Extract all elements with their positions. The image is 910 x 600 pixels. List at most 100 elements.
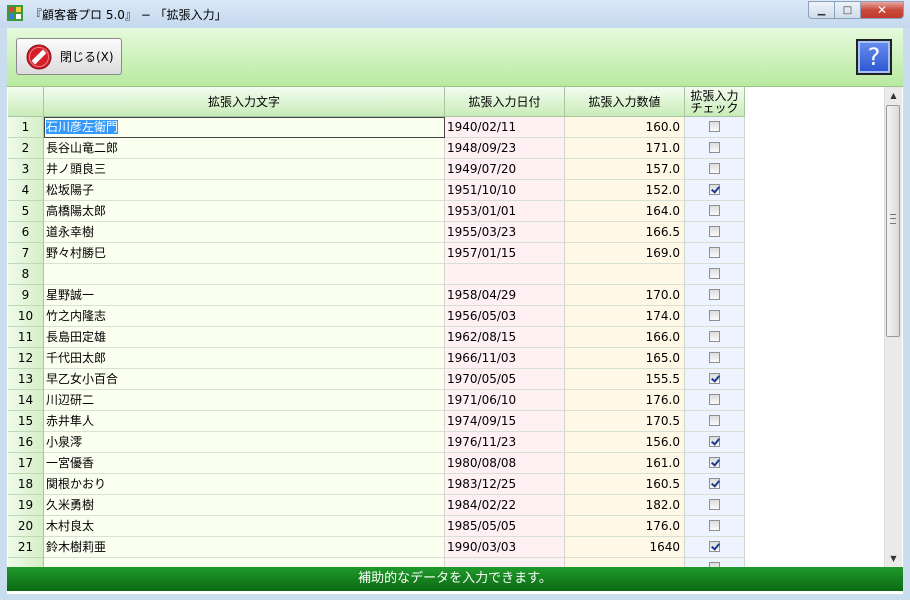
minimize-button[interactable]: ▁ <box>808 1 834 19</box>
cell-date[interactable]: 1957/01/15 <box>445 243 565 264</box>
cell-text[interactable]: 川辺研二 <box>44 390 445 411</box>
cell-number[interactable]: 166.5 <box>565 222 685 243</box>
cell-date[interactable]: 1971/06/10 <box>445 390 565 411</box>
column-header-check[interactable]: 拡張入力 チェック <box>685 87 745 117</box>
cell-text[interactable]: 早乙女小百合 <box>44 369 445 390</box>
checkbox[interactable] <box>709 205 720 216</box>
cell-text[interactable]: 久米勇樹 <box>44 495 445 516</box>
row-number[interactable]: 9 <box>8 285 44 306</box>
cell-text[interactable]: 関根かおり <box>44 474 445 495</box>
row-number[interactable]: 1 <box>8 117 44 138</box>
row-number[interactable]: 19 <box>8 495 44 516</box>
column-header-number[interactable]: 拡張入力数値 <box>565 87 685 117</box>
cell-date[interactable]: 1966/11/03 <box>445 348 565 369</box>
cell-text[interactable]: 鈴木樹莉亜 <box>44 537 445 558</box>
row-number[interactable]: 2 <box>8 138 44 159</box>
checkbox[interactable] <box>709 541 720 552</box>
scroll-down-icon[interactable]: ▼ <box>885 550 902 567</box>
row-number[interactable]: 8 <box>8 264 44 285</box>
cell-number[interactable] <box>565 558 685 567</box>
cell-date[interactable]: 1970/05/05 <box>445 369 565 390</box>
cell-date[interactable]: 1949/07/20 <box>445 159 565 180</box>
cell-number[interactable]: 171.0 <box>565 138 685 159</box>
cell-number[interactable]: 157.0 <box>565 159 685 180</box>
cell-number[interactable]: 170.5 <box>565 411 685 432</box>
checkbox[interactable] <box>709 331 720 342</box>
cell-text[interactable]: 千代田太郎 <box>44 348 445 369</box>
checkbox[interactable] <box>709 457 720 468</box>
cell-number[interactable]: 164.0 <box>565 201 685 222</box>
checkbox[interactable] <box>709 478 720 489</box>
cell-text[interactable]: 長谷山竜二郎 <box>44 138 445 159</box>
cell-number[interactable]: 169.0 <box>565 243 685 264</box>
cell-date[interactable]: 1976/11/23 <box>445 432 565 453</box>
cell-date[interactable]: 1940/02/11 <box>445 117 565 138</box>
row-number[interactable]: 7 <box>8 243 44 264</box>
row-number[interactable]: 13 <box>8 369 44 390</box>
cell-number[interactable]: 182.0 <box>565 495 685 516</box>
cell-number[interactable]: 176.0 <box>565 390 685 411</box>
cell-number[interactable]: 156.0 <box>565 432 685 453</box>
cell-date[interactable]: 1958/04/29 <box>445 285 565 306</box>
cell-date[interactable]: 1985/05/05 <box>445 516 565 537</box>
window-close-button[interactable]: ✕ <box>860 1 904 19</box>
cell-text[interactable]: 長島田定雄 <box>44 327 445 348</box>
checkbox[interactable] <box>709 415 720 426</box>
row-number[interactable]: 18 <box>8 474 44 495</box>
cell-date[interactable] <box>445 558 565 567</box>
cell-text[interactable]: 野々村勝巳 <box>44 243 445 264</box>
row-number[interactable] <box>8 558 44 567</box>
cell-number[interactable]: 1640 <box>565 537 685 558</box>
cell-number[interactable]: 170.0 <box>565 285 685 306</box>
cell-date[interactable]: 1953/01/01 <box>445 201 565 222</box>
checkbox[interactable] <box>709 310 720 321</box>
cell-number[interactable]: 161.0 <box>565 453 685 474</box>
checkbox[interactable] <box>709 520 720 531</box>
cell-number[interactable]: 166.0 <box>565 327 685 348</box>
cell-date[interactable]: 1983/12/25 <box>445 474 565 495</box>
checkbox[interactable] <box>709 373 720 384</box>
vertical-scrollbar[interactable]: ▲ ▼ <box>884 87 902 567</box>
cell-text[interactable]: 木村良太 <box>44 516 445 537</box>
row-number[interactable]: 4 <box>8 180 44 201</box>
checkbox[interactable] <box>709 394 720 405</box>
help-button[interactable]: ? <box>856 39 892 75</box>
scroll-thumb[interactable] <box>886 105 900 337</box>
column-header-date[interactable]: 拡張入力日付 <box>445 87 565 117</box>
cell-date[interactable]: 1951/10/10 <box>445 180 565 201</box>
cell-date[interactable]: 1974/09/15 <box>445 411 565 432</box>
cell-number[interactable]: 160.5 <box>565 474 685 495</box>
row-number[interactable]: 15 <box>8 411 44 432</box>
row-number[interactable]: 10 <box>8 306 44 327</box>
cell-text[interactable]: 高橋陽太郎 <box>44 201 445 222</box>
cell-number[interactable]: 155.5 <box>565 369 685 390</box>
checkbox[interactable] <box>709 247 720 258</box>
cell-text[interactable]: 松坂陽子 <box>44 180 445 201</box>
cell-text[interactable]: 石川彦左衛門 <box>44 117 445 138</box>
cell-date[interactable]: 1962/08/15 <box>445 327 565 348</box>
row-number[interactable]: 12 <box>8 348 44 369</box>
checkbox[interactable] <box>709 268 720 279</box>
cell-date[interactable] <box>445 264 565 285</box>
maximize-button[interactable]: □ <box>834 1 860 19</box>
row-number[interactable]: 6 <box>8 222 44 243</box>
row-number[interactable]: 5 <box>8 201 44 222</box>
checkbox[interactable] <box>709 184 720 195</box>
checkbox[interactable] <box>709 499 720 510</box>
checkbox[interactable] <box>709 142 720 153</box>
cell-text[interactable]: 赤井隼人 <box>44 411 445 432</box>
row-number[interactable]: 16 <box>8 432 44 453</box>
cell-text[interactable]: 星野誠一 <box>44 285 445 306</box>
row-number[interactable]: 3 <box>8 159 44 180</box>
cell-number[interactable]: 174.0 <box>565 306 685 327</box>
checkbox[interactable] <box>709 226 720 237</box>
row-number[interactable]: 17 <box>8 453 44 474</box>
checkbox[interactable] <box>709 436 720 447</box>
checkbox[interactable] <box>709 121 720 132</box>
cell-date[interactable]: 1980/08/08 <box>445 453 565 474</box>
cell-number[interactable] <box>565 264 685 285</box>
cell-text[interactable] <box>44 264 445 285</box>
cell-number[interactable]: 152.0 <box>565 180 685 201</box>
cell-text[interactable]: 小泉澪 <box>44 432 445 453</box>
cell-text[interactable]: 井ノ頭良三 <box>44 159 445 180</box>
